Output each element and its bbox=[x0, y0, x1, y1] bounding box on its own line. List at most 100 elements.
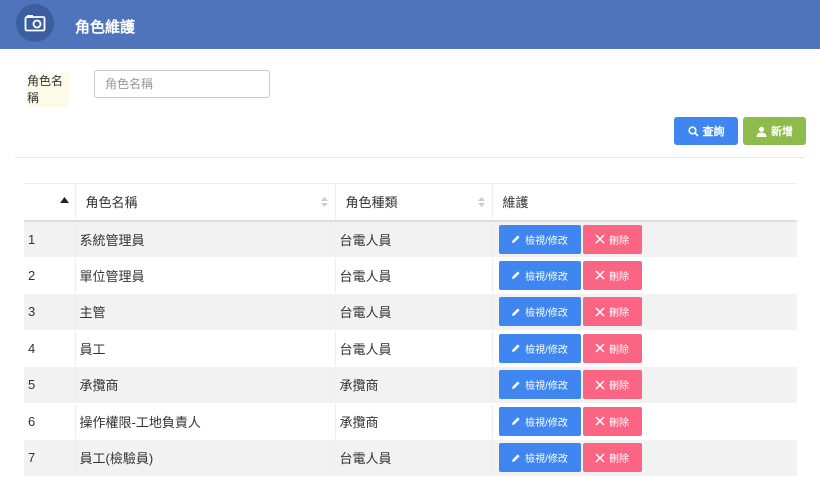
sort-icon bbox=[477, 197, 485, 207]
close-icon bbox=[595, 416, 605, 426]
view-edit-label: 檢視/修改 bbox=[525, 381, 568, 393]
column-header-role-type[interactable]: 角色種類 bbox=[334, 183, 492, 222]
pencil-icon bbox=[512, 381, 520, 389]
column-header-index[interactable] bbox=[24, 183, 75, 222]
user-icon bbox=[756, 126, 767, 137]
view-edit-label: 檢視/修改 bbox=[525, 344, 568, 356]
sort-icon bbox=[320, 197, 328, 207]
close-icon bbox=[595, 453, 605, 463]
table-row: 3 主管 台電人員 檢視/修改 刪除 bbox=[24, 293, 797, 331]
close-icon bbox=[595, 343, 605, 353]
view-edit-label: 檢視/修改 bbox=[525, 417, 568, 429]
role-type-cell: 台電人員 bbox=[334, 293, 492, 331]
delete-button[interactable]: 刪除 bbox=[582, 333, 642, 363]
page-title: 角色維護 bbox=[75, 19, 136, 36]
close-icon bbox=[595, 380, 605, 390]
view-edit-button[interactable]: 檢視/修改 bbox=[498, 333, 581, 363]
role-name-cell: 單位管理員 bbox=[74, 257, 335, 294]
view-edit-label: 檢視/修改 bbox=[525, 271, 568, 283]
role-type-cell: 台電人員 bbox=[334, 257, 492, 294]
row-index: 3 bbox=[24, 293, 75, 331]
add-button-label: 新增 bbox=[771, 126, 793, 138]
table-body: 1 系統管理員 台電人員 檢視/修改 刪除 2 單位管理員 台電人員 檢視/修改 刪除 3 主管 台電人… bbox=[24, 220, 797, 477]
pencil-icon bbox=[512, 235, 520, 243]
delete-label: 刪除 bbox=[609, 308, 629, 320]
divider bbox=[15, 157, 805, 158]
pencil-icon bbox=[512, 454, 520, 462]
delete-button[interactable]: 刪除 bbox=[582, 224, 642, 254]
delete-button[interactable]: 刪除 bbox=[582, 406, 642, 436]
role-name-cell: 承攬商 bbox=[74, 366, 335, 404]
role-name-label: 角色名稱 bbox=[27, 73, 69, 107]
delete-label: 刪除 bbox=[609, 235, 629, 247]
view-edit-button[interactable]: 檢視/修改 bbox=[498, 297, 581, 327]
search-icon bbox=[687, 125, 699, 137]
actions-cell: 檢視/修改 刪除 bbox=[491, 330, 797, 367]
actions-cell: 檢視/修改 刪除 bbox=[491, 439, 797, 477]
table-row: 5 承攬商 承攬商 檢視/修改 刪除 bbox=[24, 366, 797, 404]
role-type-cell: 承攬商 bbox=[334, 366, 492, 404]
pencil-icon bbox=[512, 271, 520, 280]
view-edit-label: 檢視/修改 bbox=[525, 454, 568, 466]
table-row: 4 員工 台電人員 檢視/修改 刪除 bbox=[24, 330, 797, 367]
delete-label: 刪除 bbox=[609, 417, 629, 429]
sort-asc-icon bbox=[60, 197, 69, 203]
close-icon bbox=[595, 270, 605, 280]
row-index: 1 bbox=[24, 220, 75, 258]
view-edit-button[interactable]: 檢視/修改 bbox=[498, 224, 581, 254]
app-header: 角色維護 bbox=[0, 0, 820, 49]
pencil-icon bbox=[512, 308, 520, 316]
role-name-cell: 系統管理員 bbox=[74, 220, 335, 258]
row-index: 4 bbox=[24, 330, 75, 367]
role-type-cell: 台電人員 bbox=[334, 439, 492, 477]
table-row: 6 操作權限-工地負責人 承攬商 檢視/修改 刪除 bbox=[24, 403, 797, 440]
roles-table: 角色名稱 角色種類 維護 1 系統管理員 台電人員 檢視/修改 刪除 2 單位管理員 台電人員… bbox=[24, 183, 797, 477]
view-edit-button[interactable]: 檢視/修改 bbox=[498, 443, 581, 473]
pencil-icon bbox=[512, 344, 520, 353]
table-row: 7 員工(檢驗員) 台電人員 檢視/修改 刪除 bbox=[24, 439, 797, 477]
role-type-cell: 台電人員 bbox=[334, 220, 492, 258]
role-type-cell: 承攬商 bbox=[334, 403, 492, 440]
actions-cell: 檢視/修改 刪除 bbox=[491, 366, 797, 404]
close-icon bbox=[595, 234, 605, 244]
view-edit-label: 檢視/修改 bbox=[525, 235, 568, 247]
camera-icon bbox=[24, 15, 46, 32]
actions-cell: 檢視/修改 刪除 bbox=[491, 220, 797, 258]
view-edit-label: 檢視/修改 bbox=[525, 308, 568, 320]
actions-cell: 檢視/修改 刪除 bbox=[491, 293, 797, 331]
delete-button[interactable]: 刪除 bbox=[582, 297, 642, 327]
view-edit-button[interactable]: 檢視/修改 bbox=[498, 406, 581, 436]
add-button[interactable]: 新增 bbox=[743, 117, 806, 145]
delete-button[interactable]: 刪除 bbox=[582, 443, 642, 473]
logo[interactable] bbox=[16, 4, 54, 42]
row-index: 6 bbox=[24, 403, 75, 440]
delete-label: 刪除 bbox=[609, 381, 629, 393]
close-icon bbox=[595, 307, 605, 317]
view-edit-button[interactable]: 檢視/修改 bbox=[498, 260, 581, 290]
table-row: 2 單位管理員 台電人員 檢視/修改 刪除 bbox=[24, 257, 797, 294]
delete-label: 刪除 bbox=[609, 344, 629, 356]
role-name-cell: 員工(檢驗員) bbox=[74, 439, 335, 477]
search-button-label: 查詢 bbox=[702, 126, 725, 138]
delete-button[interactable]: 刪除 bbox=[582, 370, 642, 400]
role-name-input[interactable] bbox=[94, 70, 270, 98]
search-button[interactable]: 查詢 bbox=[674, 117, 738, 145]
pencil-icon bbox=[512, 417, 520, 426]
actions-cell: 檢視/修改 刪除 bbox=[491, 403, 797, 440]
column-header-role-name[interactable]: 角色名稱 bbox=[74, 183, 335, 222]
role-type-cell: 台電人員 bbox=[334, 330, 492, 367]
role-name-cell: 員工 bbox=[74, 330, 335, 367]
row-index: 5 bbox=[24, 366, 75, 404]
table-header-row: 角色名稱 角色種類 維護 bbox=[24, 183, 797, 222]
delete-label: 刪除 bbox=[609, 454, 629, 466]
delete-label: 刪除 bbox=[609, 271, 629, 283]
table-row: 1 系統管理員 台電人員 檢視/修改 刪除 bbox=[24, 220, 797, 258]
role-name-cell: 操作權限-工地負責人 bbox=[74, 403, 335, 440]
delete-button[interactable]: 刪除 bbox=[582, 260, 642, 290]
row-index: 2 bbox=[24, 257, 75, 294]
column-header-maintenance: 維護 bbox=[491, 183, 797, 222]
view-edit-button[interactable]: 檢視/修改 bbox=[498, 370, 581, 400]
actions-cell: 檢視/修改 刪除 bbox=[491, 257, 797, 294]
role-name-cell: 主管 bbox=[74, 293, 335, 331]
row-index: 7 bbox=[24, 439, 75, 477]
